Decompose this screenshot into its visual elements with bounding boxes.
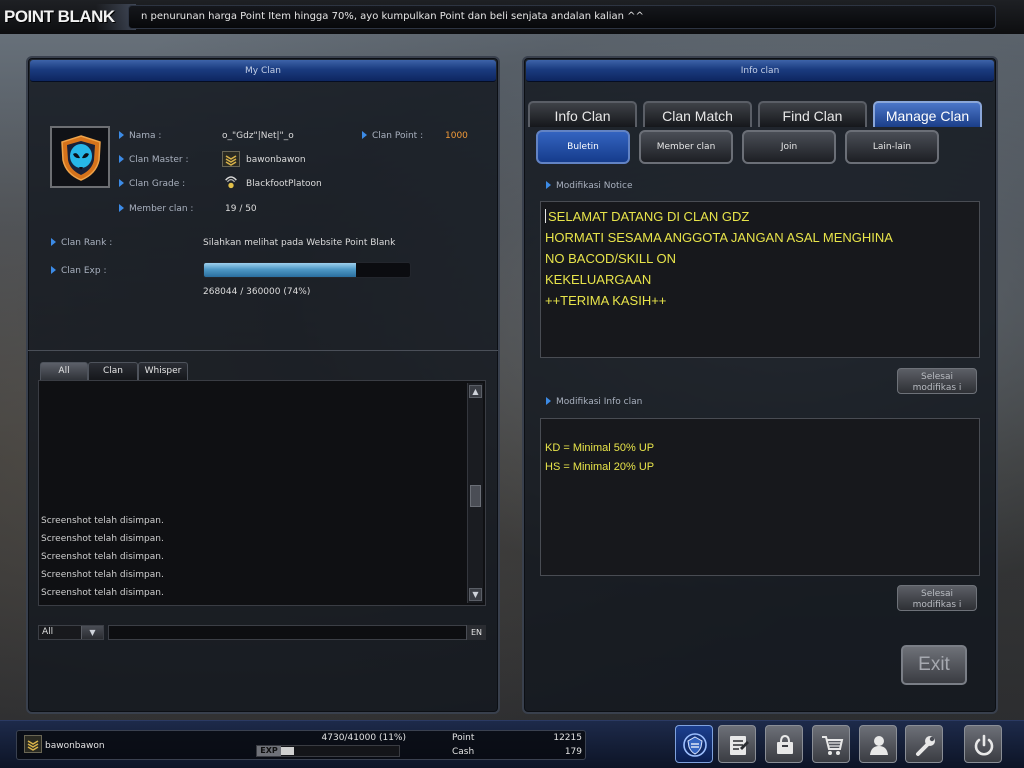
- clan-exp-fill: [204, 263, 357, 277]
- game-logo: POINT BLANK: [2, 4, 136, 30]
- chat-log[interactable]: Screenshot telah disimpan. Screenshot te…: [38, 380, 486, 606]
- rank-chevron-icon: [24, 735, 42, 753]
- info-section-label: Modifikasi Info clan: [546, 397, 642, 407]
- tab-info-clan[interactable]: Info Clan: [528, 101, 637, 127]
- player-nickname: bawonbawon: [45, 741, 105, 751]
- chat-scrollbar[interactable]: ▲ ▼: [467, 383, 483, 603]
- power-icon: [974, 734, 994, 756]
- clan-exp-label: Clan Exp :: [51, 266, 106, 276]
- notice-line: NO BACOD/SKILL ON: [545, 251, 676, 266]
- clan-point-value: 1000: [445, 131, 468, 141]
- player-exp-bar: EXP: [256, 745, 400, 757]
- notice-section-label: Modifikasi Notice: [546, 181, 633, 191]
- clan-name-label: Nama :: [119, 131, 161, 141]
- text-caret: [545, 209, 546, 223]
- notice-line: SELAMAT DATANG DI CLAN GDZ: [545, 206, 975, 227]
- info-line: KD = Minimal 50% UP: [545, 442, 655, 454]
- exit-game-button[interactable]: [964, 725, 1002, 763]
- chat-line: Screenshot telah disimpan.: [41, 570, 164, 580]
- tab-find-clan[interactable]: Find Clan: [758, 101, 867, 127]
- clan-nav-button[interactable]: [675, 725, 713, 763]
- chat-tab-all[interactable]: All: [40, 362, 88, 380]
- subtab-join[interactable]: Join: [742, 130, 836, 164]
- section-divider: [28, 350, 498, 351]
- clan-name-value: o_"Gdz"|Net|"_o: [222, 131, 294, 141]
- friends-nav-button[interactable]: [859, 725, 897, 763]
- clan-rank-value: Silahkan melihat pada Website Point Blan…: [203, 238, 396, 248]
- scroll-down-icon[interactable]: ▼: [469, 588, 482, 601]
- rank-chevron-icon: [222, 151, 240, 167]
- settings-wrench-icon: [916, 736, 935, 756]
- point-label: Point: [452, 733, 475, 743]
- grade-badge-icon: [225, 176, 237, 189]
- chevron-down-icon[interactable]: ▼: [81, 626, 103, 639]
- clan-point-label: Clan Point :: [362, 131, 423, 141]
- cash-label: Cash: [452, 747, 475, 757]
- member-clan-value: 19 / 50: [225, 204, 257, 214]
- chat-channel-select[interactable]: All ▼: [38, 625, 104, 640]
- chat-line: Screenshot telah disimpan.: [41, 552, 164, 562]
- info-editor[interactable]: KD = Minimal 50% UP HS = Minimal 20% UP: [540, 418, 980, 576]
- exp-tag: EXP: [257, 746, 281, 756]
- member-clan-label: Member clan :: [119, 204, 193, 214]
- clan-exp-bar: [203, 262, 411, 278]
- clan-exp-value: 268044 / 360000 (74%): [203, 287, 311, 297]
- clan-icon: [683, 733, 707, 757]
- chat-input[interactable]: [108, 625, 486, 640]
- shop-bag-icon: [777, 734, 793, 754]
- friends-icon: [870, 736, 888, 755]
- subtab-member-clan[interactable]: Member clan: [639, 130, 733, 164]
- chat-tab-whisper[interactable]: Whisper: [138, 362, 188, 380]
- player-exp-fill: [281, 747, 294, 755]
- player-exp-text: 4730/41000 (11%): [321, 733, 406, 743]
- scroll-thumb[interactable]: [470, 485, 481, 507]
- news-ticker: n penurunan harga Point Item hingga 70%,…: [128, 5, 996, 29]
- notice-line: HORMATI SESAMA ANGGOTA JANGAN ASAL MENGH…: [545, 230, 893, 245]
- clan-grade-label: Clan Grade :: [119, 179, 185, 189]
- chat-line: Screenshot telah disimpan.: [41, 516, 164, 526]
- scroll-up-icon[interactable]: ▲: [469, 385, 482, 398]
- shop-nav-button[interactable]: [765, 725, 803, 763]
- chat-channel-value: All: [42, 627, 54, 637]
- inventory-nav-button[interactable]: [718, 725, 756, 763]
- alien-emblem-icon: [61, 135, 101, 181]
- cart-icon: [822, 736, 844, 755]
- info-clan-title: Info clan: [526, 60, 994, 82]
- point-value: 12215: [553, 733, 582, 743]
- tab-manage-clan[interactable]: Manage Clan: [873, 101, 982, 127]
- notice-line: KEKELUARGAAN: [545, 272, 652, 287]
- language-toggle[interactable]: EN: [466, 625, 486, 640]
- cart-nav-button[interactable]: [812, 725, 850, 763]
- notice-line: ++TERIMA KASIH++: [545, 293, 667, 308]
- clan-master-label: Clan Master :: [119, 155, 189, 165]
- settings-nav-button[interactable]: [905, 725, 943, 763]
- chat-line: Screenshot telah disimpan.: [41, 534, 164, 544]
- cash-value: 179: [564, 747, 582, 757]
- clan-master-value: bawonbawon: [246, 155, 306, 165]
- chat-tab-clan[interactable]: Clan: [88, 362, 138, 380]
- subtab-lain-lain[interactable]: Lain-lain: [845, 130, 939, 164]
- tab-clan-match[interactable]: Clan Match: [643, 101, 752, 127]
- notice-editor[interactable]: SELAMAT DATANG DI CLAN GDZ HORMATI SESAM…: [540, 201, 980, 358]
- clan-grade-value: BlackfootPlatoon: [246, 179, 322, 189]
- save-notice-button[interactable]: Selesai modifikas i: [897, 368, 977, 394]
- my-clan-title: My Clan: [30, 60, 496, 82]
- clan-emblem: [50, 126, 110, 188]
- exit-button[interactable]: Exit: [901, 645, 967, 685]
- top-bar: POINT BLANK n penurunan harga Point Item…: [0, 0, 1024, 34]
- save-info-button[interactable]: Selesai modifikas i: [897, 585, 977, 611]
- subtab-buletin[interactable]: Buletin: [536, 130, 630, 164]
- info-line: HS = Minimal 20% UP: [545, 461, 655, 473]
- chat-line: Screenshot telah disimpan.: [41, 588, 164, 598]
- inventory-icon: [730, 736, 749, 755]
- clan-rank-label: Clan Rank :: [51, 238, 112, 248]
